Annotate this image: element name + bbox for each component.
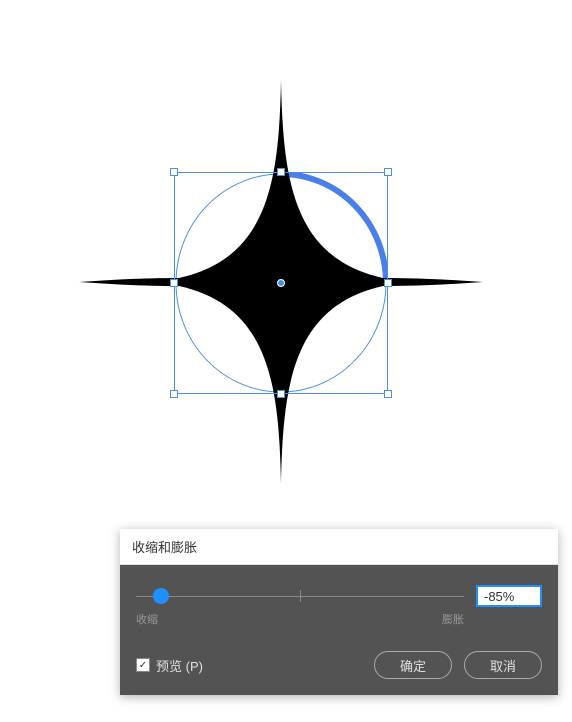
dialog-body: 收缩 膨胀 ✓ 预览 (P) 确定 取消 (120, 565, 558, 695)
resize-handle-top-right[interactable] (384, 168, 392, 176)
selection-bounding-box[interactable] (174, 172, 388, 394)
preview-checkbox-group[interactable]: ✓ 预览 (P) (136, 656, 203, 675)
slider-value-input[interactable] (476, 585, 542, 607)
resize-handle-middle-right[interactable] (384, 279, 392, 287)
dialog-title: 收缩和膨胀 (120, 529, 558, 565)
slider-row (136, 585, 542, 607)
slider-label-left: 收缩 (136, 611, 158, 627)
resize-handle-bottom-right[interactable] (384, 390, 392, 398)
button-row: ✓ 预览 (P) 确定 取消 (136, 651, 542, 679)
resize-handle-bottom-left[interactable] (170, 390, 178, 398)
resize-handle-middle-left[interactable] (170, 279, 178, 287)
slider-track[interactable] (136, 592, 464, 600)
slider-labels: 收缩 膨胀 (136, 611, 542, 627)
ok-button[interactable]: 确定 (374, 651, 452, 679)
canvas-area[interactable]: 收缩和膨胀 收缩 膨胀 ✓ 预览 (P) 确定 取消 (0, 0, 572, 722)
center-point[interactable] (277, 279, 285, 287)
slider-label-right: 膨胀 (442, 611, 464, 627)
preview-checkbox[interactable]: ✓ (136, 658, 150, 672)
slider-center-tick (300, 590, 301, 602)
preview-label: 预览 (P) (156, 656, 203, 675)
pucker-bloat-dialog: 收缩和膨胀 收缩 膨胀 ✓ 预览 (P) 确定 取消 (120, 529, 558, 695)
resize-handle-bottom-middle[interactable] (277, 390, 285, 398)
slider-thumb[interactable] (153, 588, 169, 604)
cancel-button[interactable]: 取消 (464, 651, 542, 679)
resize-handle-top-left[interactable] (170, 168, 178, 176)
resize-handle-top-middle[interactable] (277, 168, 285, 176)
